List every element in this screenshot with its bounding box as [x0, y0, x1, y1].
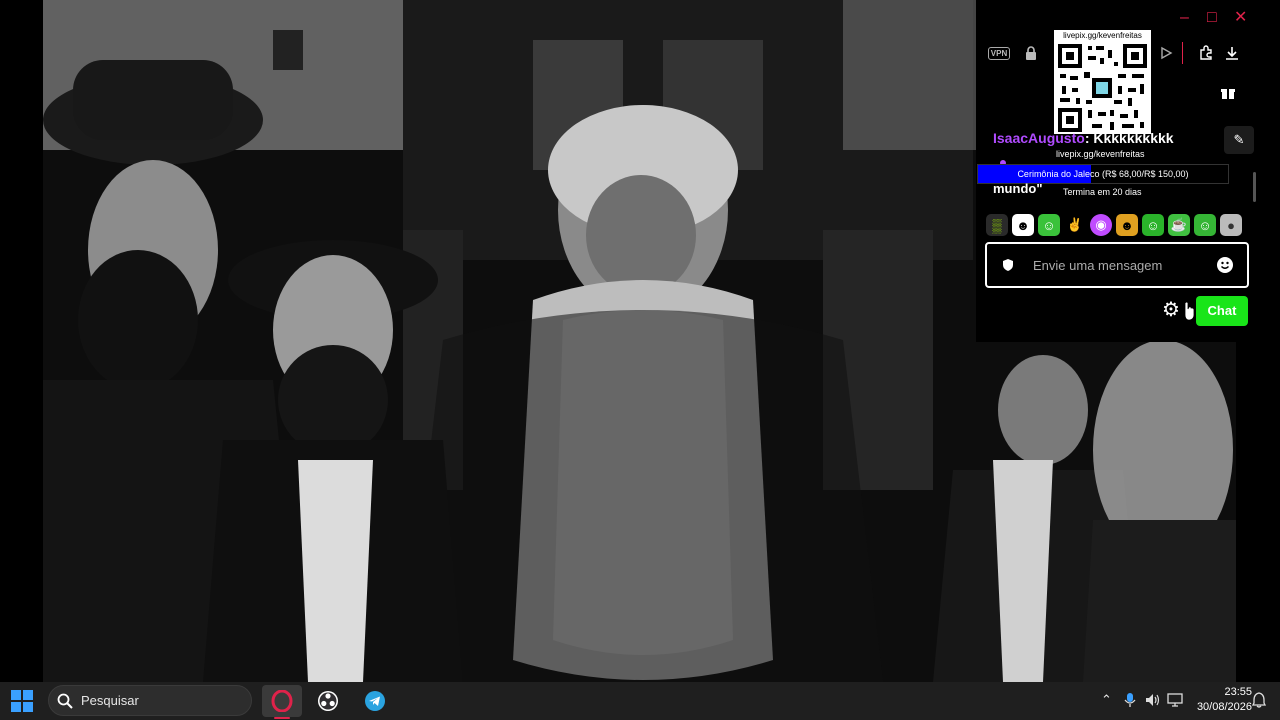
chat-panel: – □ ✕ VPN livepix.gg/kevenfreitas IsaacA…: [976, 0, 1256, 342]
pin-icon[interactable]: ✎: [1224, 126, 1254, 154]
gear-icon[interactable]: ⚙: [1162, 300, 1182, 320]
play-icon[interactable]: [1156, 44, 1176, 62]
extension-icon[interactable]: [1196, 44, 1216, 62]
emote-ghost-icon[interactable]: ☻: [1012, 214, 1034, 236]
shield-icon: [1002, 258, 1016, 272]
chat-message-partial: mundo": [993, 181, 1043, 196]
chat-username[interactable]: IsaacAugusto: [993, 130, 1085, 146]
windows-taskbar: Pesquisar ⌃ 23:55 30/08/2026: [0, 682, 1280, 720]
chat-message-text: : Kkkkkkkkkk: [1084, 130, 1174, 146]
smile-icon[interactable]: [1217, 257, 1233, 273]
microphone-icon[interactable]: [1124, 692, 1136, 711]
chat-scrollbar[interactable]: [1253, 172, 1256, 202]
maximize-icon[interactable]: □: [1207, 8, 1217, 28]
chat-send-button[interactable]: Chat: [1196, 296, 1248, 326]
donation-qr-code: livepix.gg/kevenfreitas: [1054, 30, 1151, 134]
emote-blob-icon[interactable]: ☺: [1142, 214, 1164, 236]
clock-date: 30/08/2026: [1196, 701, 1252, 713]
lock-icon[interactable]: [1021, 44, 1041, 62]
search-placeholder: Pesquisar: [81, 693, 139, 708]
network-icon[interactable]: [1167, 692, 1183, 711]
close-icon[interactable]: ✕: [1234, 8, 1247, 28]
chat-message-input[interactable]: Envie uma mensagem: [985, 242, 1249, 288]
goal-ends-label: Termina em 20 dias: [1063, 187, 1142, 197]
opera-icon[interactable]: [262, 685, 302, 717]
mouse-cursor: [1184, 301, 1195, 321]
screen: – □ ✕ VPN livepix.gg/kevenfreitas IsaacA…: [0, 0, 1280, 720]
download-icon[interactable]: [1222, 44, 1242, 62]
qr-pattern: [1058, 44, 1147, 132]
emote-cat-icon[interactable]: ●: [1220, 214, 1242, 236]
vpn-badge[interactable]: VPN: [986, 44, 1012, 62]
emote-bar: ▒ ☻ ☺ ✌ ◉ ☻ ☺ ☕ ☺ ●: [986, 214, 1242, 236]
speaker-icon[interactable]: [1145, 692, 1161, 711]
taskbar-search[interactable]: Pesquisar: [48, 685, 252, 716]
telegram-icon[interactable]: [355, 685, 395, 717]
obs-icon[interactable]: [308, 685, 348, 717]
system-clock[interactable]: 23:55 30/08/2026: [1186, 685, 1252, 715]
active-indicator: [274, 717, 290, 719]
emote-pepe-icon[interactable]: ☺: [1194, 214, 1216, 236]
bell-icon[interactable]: [1252, 692, 1266, 708]
emote-hand-icon[interactable]: ✌: [1064, 214, 1086, 236]
emote-frog-icon[interactable]: ☺: [1038, 214, 1060, 236]
chat-message: IsaacAugusto: Kkkkkkkkkk: [993, 130, 1174, 146]
emote-ball-icon[interactable]: ◉: [1090, 214, 1112, 236]
emote-face-icon[interactable]: ☻: [1116, 214, 1138, 236]
chat-input-placeholder: Envie uma mensagem: [1033, 258, 1163, 273]
emote-cup-icon[interactable]: ☕: [1168, 214, 1190, 236]
search-icon: [57, 693, 73, 709]
qr-url-label: livepix.gg/kevenfreitas: [1063, 31, 1142, 40]
minimize-icon[interactable]: –: [1180, 8, 1189, 28]
gift-icon[interactable]: [1218, 84, 1238, 102]
toolbar-divider: [1182, 42, 1183, 64]
clock-time: 23:55: [1224, 686, 1252, 698]
windows-start-icon[interactable]: [11, 690, 33, 712]
emote-bars-icon[interactable]: ▒: [986, 214, 1008, 236]
chevron-up-icon[interactable]: ⌃: [1101, 692, 1112, 708]
donation-url: livepix.gg/kevenfreitas: [1056, 149, 1145, 159]
